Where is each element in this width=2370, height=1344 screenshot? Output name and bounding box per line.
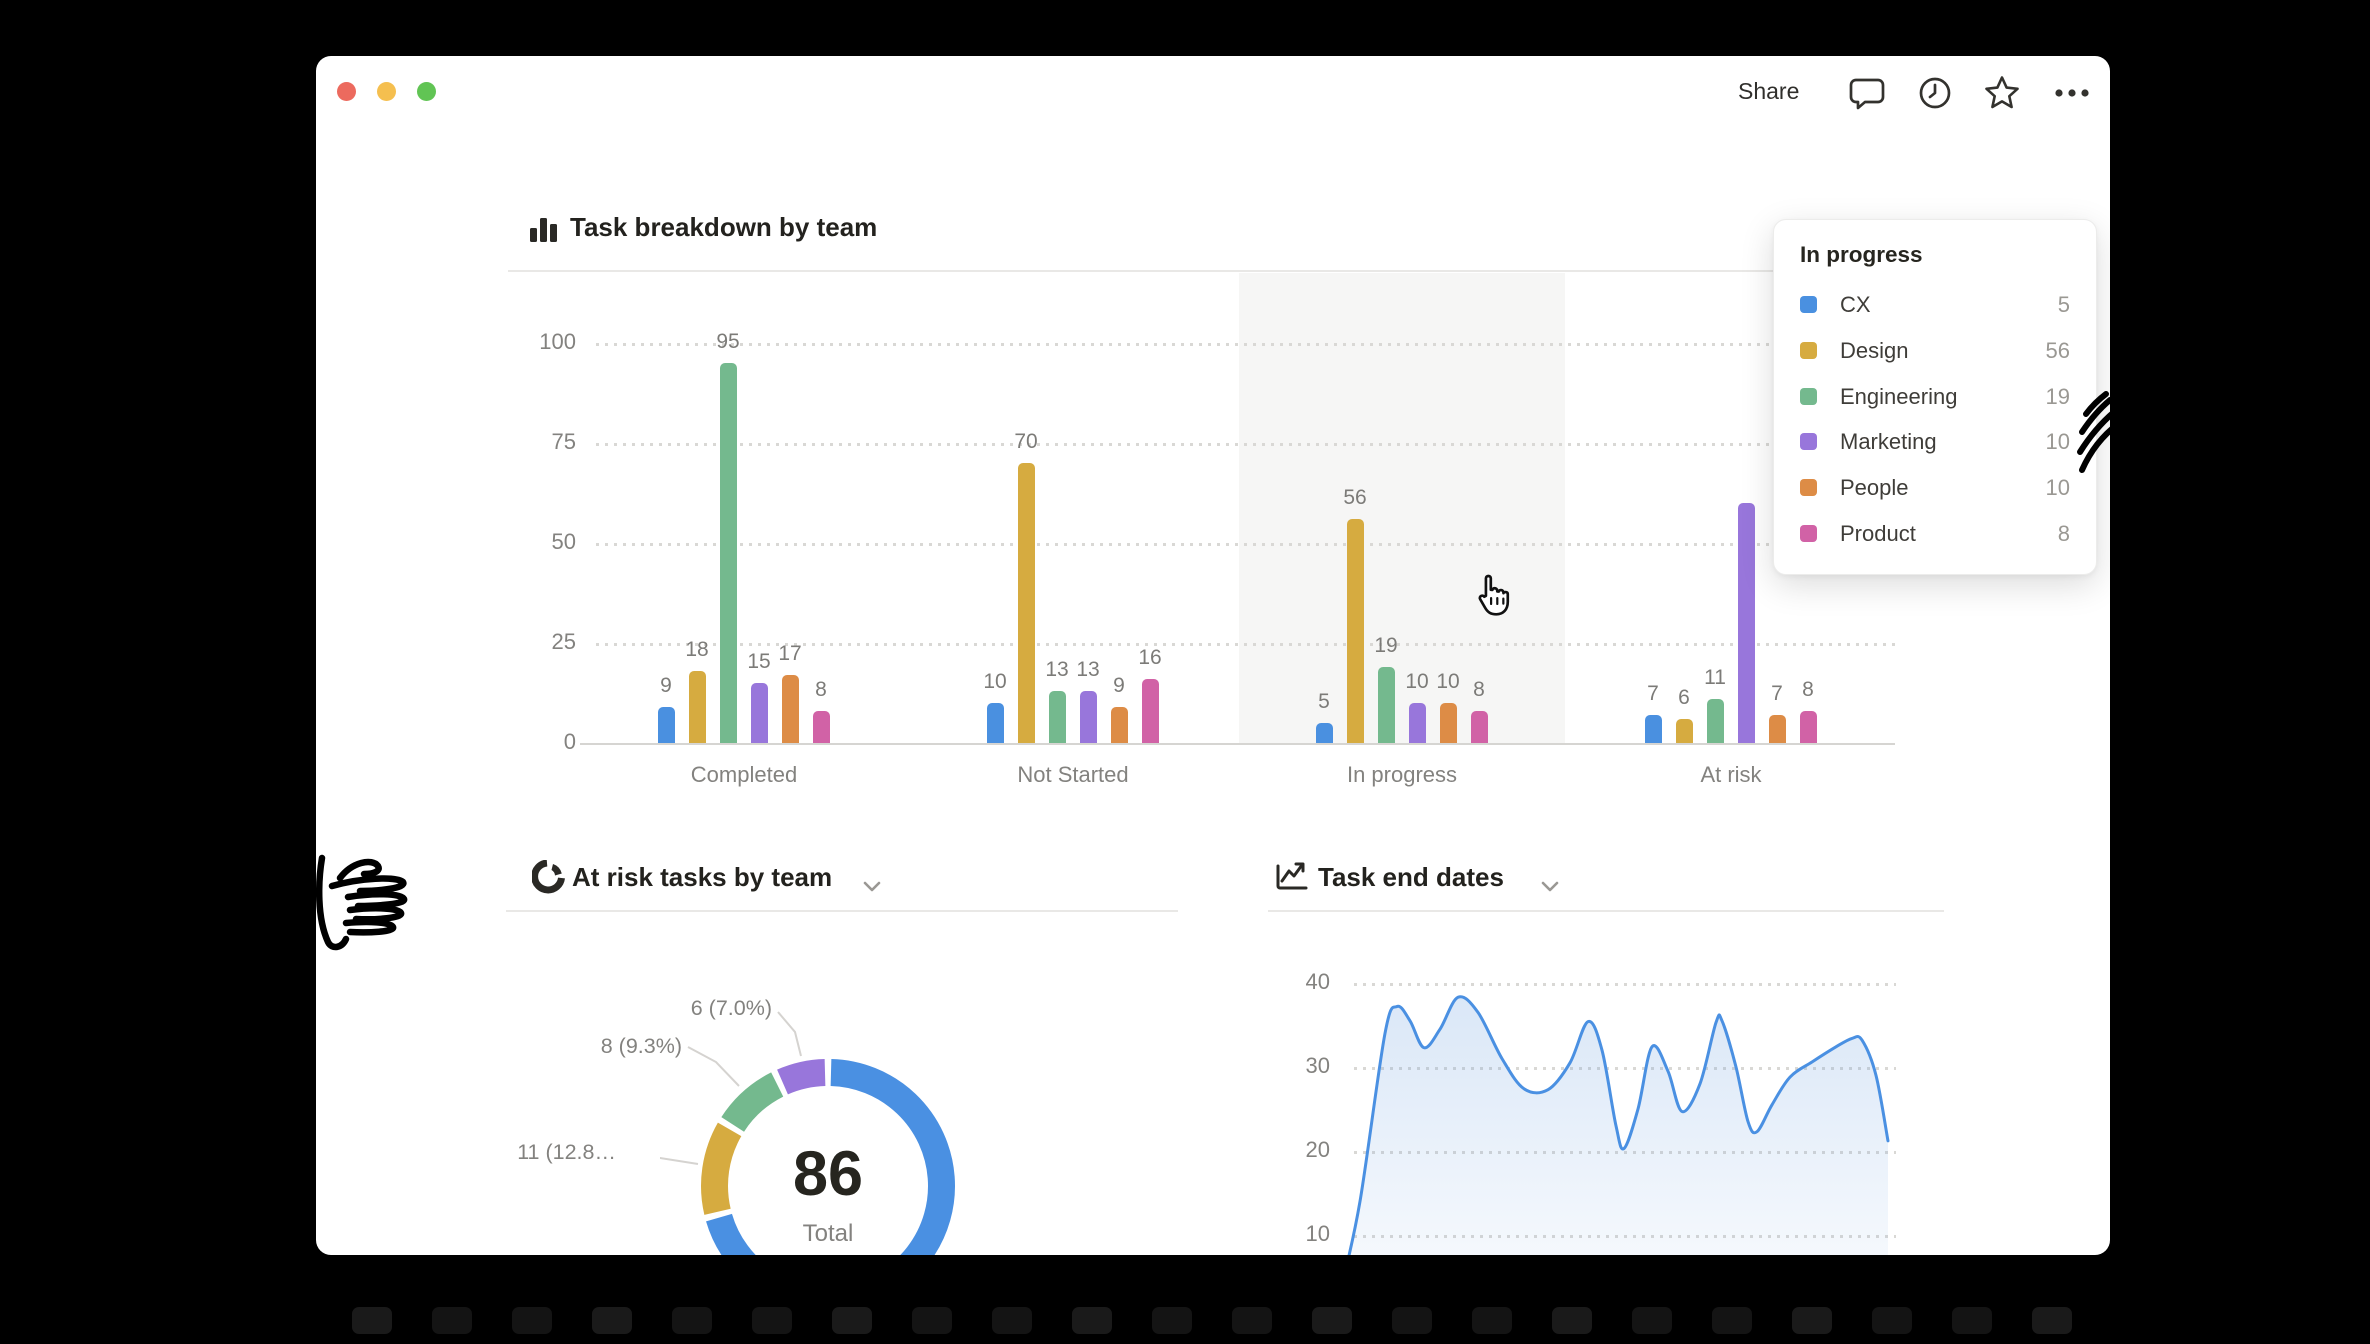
dock-item: [1072, 1307, 1112, 1334]
dock-item: [1232, 1307, 1272, 1334]
dock-item: [1792, 1307, 1832, 1334]
dock-item: [1472, 1307, 1512, 1334]
tooltip-row-value: 5: [2058, 292, 2070, 318]
legend-swatch: [1800, 479, 1817, 496]
dock-item: [1552, 1307, 1592, 1334]
desktop-background: Share Task breakdown by team 10075502509…: [0, 0, 2370, 1344]
tooltip-row-label: People: [1840, 475, 1909, 501]
legend-swatch: [1800, 296, 1817, 313]
tooltip-row: Engineering 19: [1774, 379, 2096, 415]
dock-item: [832, 1307, 872, 1334]
dock-item: [1712, 1307, 1752, 1334]
dock-item: [592, 1307, 632, 1334]
dock-item: [512, 1307, 552, 1334]
tooltip-row: Marketing 10: [1774, 424, 2096, 460]
scribble-doodle-right: [2070, 386, 2140, 486]
y-axis-tick-label: 20: [1270, 1137, 1330, 1163]
y-axis-tick-label: 10: [1270, 1221, 1330, 1247]
tooltip-row-value: 10: [2046, 475, 2070, 501]
dock-item: [752, 1307, 792, 1334]
tooltip-row-label: Design: [1840, 338, 1908, 364]
dock-item: [1152, 1307, 1192, 1334]
dock-item: [352, 1307, 392, 1334]
hand-doodle-left: [290, 840, 420, 970]
tooltip-row-value: 56: [2046, 338, 2070, 364]
dock-item: [1952, 1307, 1992, 1334]
line-chart: [1330, 940, 1900, 1255]
dock-item: [1312, 1307, 1352, 1334]
legend-swatch: [1800, 433, 1817, 450]
legend-swatch: [1800, 342, 1817, 359]
dock-item: [672, 1307, 712, 1334]
tooltip-row-value: 8: [2058, 521, 2070, 547]
tooltip-row-value: 10: [2046, 429, 2070, 455]
tooltip-row: Product 8: [1774, 516, 2096, 552]
tooltip-row-label: CX: [1840, 292, 1871, 318]
tooltip-title: In progress: [1800, 242, 1923, 268]
tooltip-row-label: Engineering: [1840, 384, 1957, 410]
dock-item: [912, 1307, 952, 1334]
tooltip-row: People 10: [1774, 470, 2096, 506]
dock-item: [1392, 1307, 1432, 1334]
app-window: Share Task breakdown by team 10075502509…: [316, 56, 2110, 1255]
y-axis-tick-label: 30: [1270, 1053, 1330, 1079]
dock-item: [1872, 1307, 1912, 1334]
hand-pointer-cursor: [1470, 570, 1524, 632]
legend-swatch: [1800, 388, 1817, 405]
dock-item: [1632, 1307, 1672, 1334]
tooltip-row: CX 5: [1774, 287, 2096, 323]
dock-item: [992, 1307, 1032, 1334]
tooltip-row-label: Marketing: [1840, 429, 1937, 455]
dock-item: [432, 1307, 472, 1334]
chart-tooltip: In progress CX 5 Design 56 Engineering 1…: [1773, 219, 2097, 575]
tooltip-row-value: 19: [2046, 384, 2070, 410]
y-axis-tick-label: 40: [1270, 969, 1330, 995]
dock-item: [2032, 1307, 2072, 1334]
legend-swatch: [1800, 525, 1817, 542]
tooltip-row-label: Product: [1840, 521, 1916, 547]
tooltip-row: Design 56: [1774, 333, 2096, 369]
